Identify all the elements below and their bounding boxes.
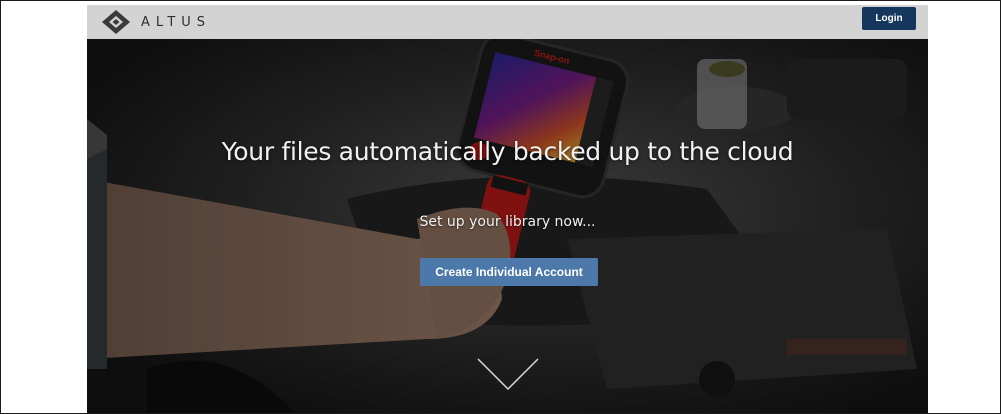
chevron-down-icon[interactable]: [476, 357, 540, 393]
hero-subtitle: Set up your library now...: [419, 214, 596, 230]
create-individual-account-button[interactable]: Create Individual Account: [420, 258, 598, 286]
hero-section: Snap-on Your files automatically backed …: [87, 39, 928, 413]
login-button[interactable]: Login: [862, 7, 916, 30]
logo-text: ALTUS: [141, 14, 212, 30]
site-header: ALTUS Login: [87, 5, 928, 40]
logo[interactable]: ALTUS: [101, 9, 211, 35]
altus-logo-icon: [102, 10, 130, 34]
browser-frame: ALTUS Login Snap-on Your files automatic…: [0, 0, 1001, 414]
hero-title: Your files automatically backed up to th…: [221, 137, 794, 166]
page: ALTUS Login Snap-on Your files automatic…: [87, 5, 928, 413]
